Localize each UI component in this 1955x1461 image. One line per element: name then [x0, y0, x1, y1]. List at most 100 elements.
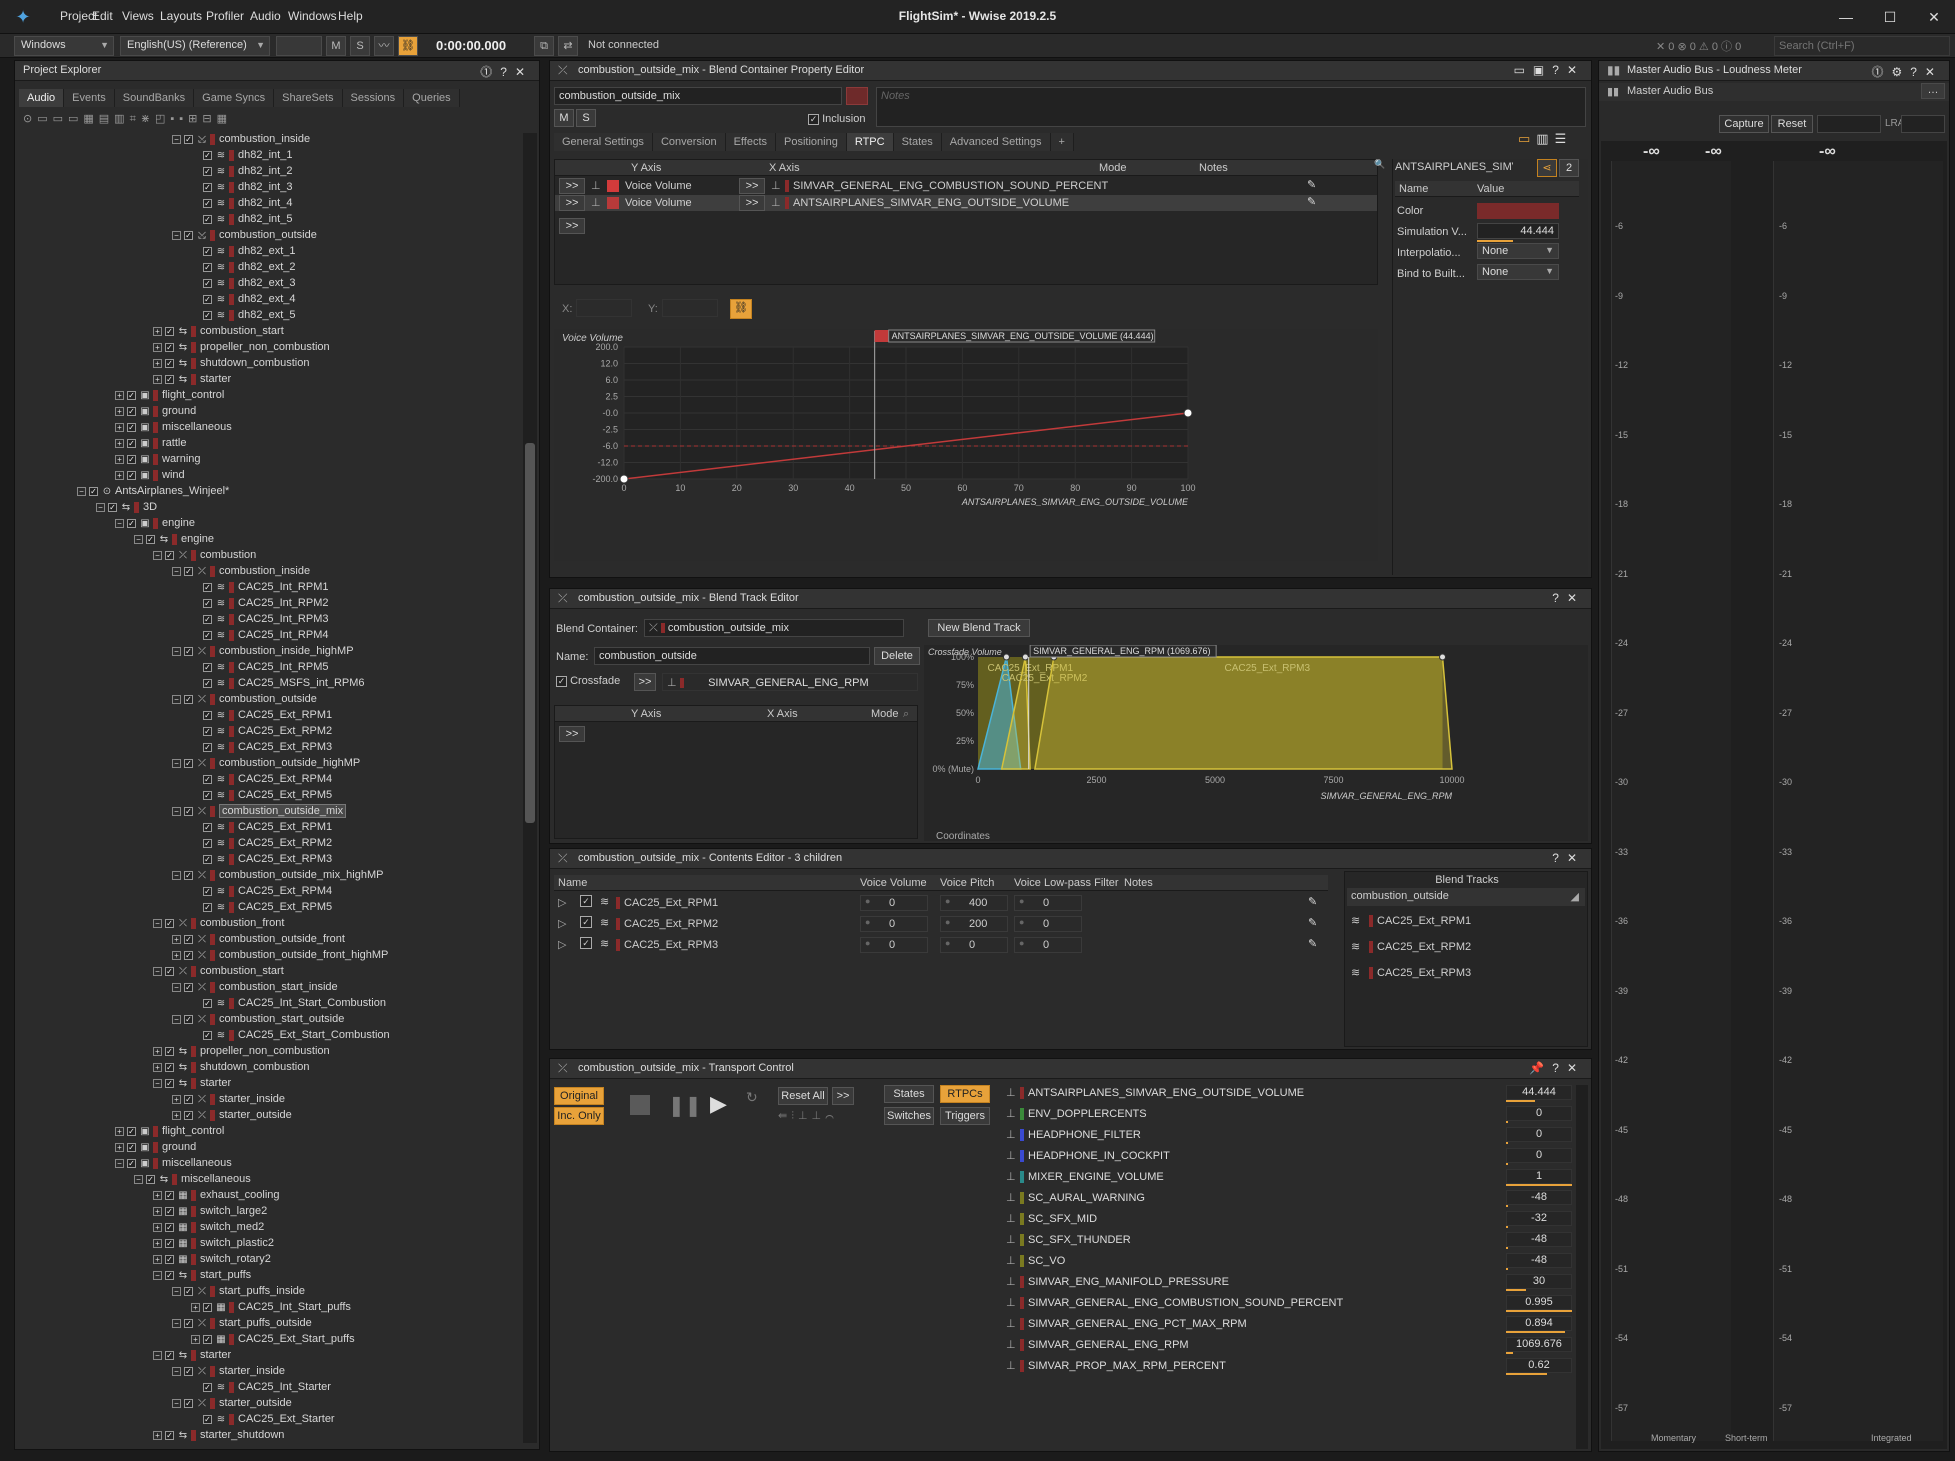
rtpc-expand-button[interactable]: >>: [559, 195, 585, 211]
checkbox-icon[interactable]: ✓: [165, 1046, 174, 1056]
collapse-icon[interactable]: −: [115, 518, 124, 528]
rtpc-table-scrollbar[interactable]: 🔍: [1374, 159, 1385, 285]
voice-pitch-field[interactable]: ● 200: [940, 916, 1008, 932]
checkbox-icon[interactable]: ✓: [127, 422, 136, 432]
expand-icon[interactable]: +: [153, 326, 162, 336]
reset-button[interactable]: Reset: [1771, 115, 1813, 133]
slider-knob-icon[interactable]: ●: [945, 896, 950, 906]
slider-knob-icon[interactable]: ●: [865, 917, 870, 927]
checkbox-icon[interactable]: ✓: [203, 294, 212, 304]
explorer-toolbar[interactable]: ⊙▭▭▭▦▤▥⌗⋇◰▪▪⊞⊟▦: [23, 112, 533, 130]
checkbox-icon[interactable]: ✓: [127, 390, 136, 400]
curve-icon[interactable]: 〰: [374, 36, 394, 56]
tree-item[interactable]: − ✓ ⤫ combustion_outside: [172, 693, 317, 709]
rtpc-row[interactable]: >> ⊥ Voice Volume >> ⊥ ANTSAIRPLANES_SIMVAR_E…: [555, 195, 1377, 211]
pin-icon[interactable]: ⊥: [591, 196, 601, 209]
expand-icon[interactable]: +: [153, 1190, 162, 1200]
tree-item[interactable]: ✓ ≋ CAC25_Int_RPM4: [191, 629, 329, 645]
tree-item[interactable]: ✓ ≋ CAC25_Ext_RPM1: [191, 709, 332, 725]
checkbox-icon[interactable]: ✓: [184, 1286, 193, 1296]
loop-icon[interactable]: ↻: [746, 1089, 758, 1106]
checkbox-icon[interactable]: ✓: [146, 534, 155, 544]
checkbox-icon[interactable]: ✓: [580, 895, 592, 907]
rtpc-value-field[interactable]: 0: [1506, 1127, 1572, 1142]
collapse-icon[interactable]: −: [134, 534, 143, 544]
checkbox-icon[interactable]: ✓: [203, 662, 212, 672]
close-icon[interactable]: ✕: [1919, 6, 1949, 28]
checkbox-icon[interactable]: ✓: [165, 1222, 174, 1232]
collapse-icon[interactable]: −: [172, 1398, 181, 1408]
voice-vol-field[interactable]: ● 0: [860, 937, 928, 953]
panel-buttons[interactable]: ⓵⚙?✕: [1872, 63, 1944, 80]
edit-icon[interactable]: ✎: [1308, 895, 1317, 908]
checkbox-icon[interactable]: ✓: [146, 1174, 155, 1184]
curve-color-swatch[interactable]: [607, 180, 619, 192]
tree-item[interactable]: ✓ ≋ CAC25_Int_RPM5: [191, 661, 329, 677]
tree-item[interactable]: ✓ ≋ dh82_ext_2: [191, 261, 296, 277]
tree-item[interactable]: ✓ ≋ CAC25_MSFS_int_RPM6: [191, 677, 365, 693]
checkbox-icon[interactable]: ✓: [184, 1366, 193, 1376]
reset-all-button[interactable]: Reset All: [778, 1087, 828, 1105]
tab-positioning[interactable]: Positioning: [776, 133, 847, 151]
tree-item[interactable]: − ✓ ⤫ combustion: [153, 549, 256, 565]
tree-item[interactable]: − ✓ ⤫ combustion_outside_mix: [172, 804, 347, 821]
checkbox-icon[interactable]: ✓: [580, 916, 592, 928]
rtpc-value-field[interactable]: -48: [1506, 1190, 1572, 1205]
share-icon[interactable]: ⋖: [1537, 159, 1557, 177]
tree-item[interactable]: ✓ ≋ CAC25_Ext_Start_Combustion: [191, 1029, 390, 1045]
collapse-icon[interactable]: −: [172, 646, 181, 656]
checkbox-icon[interactable]: ✓: [184, 1110, 193, 1120]
rtpc-value-field[interactable]: 1: [1506, 1169, 1572, 1184]
curve-point[interactable]: [619, 474, 629, 484]
crossfade-checkbox[interactable]: ✓ Crossfade: [556, 675, 620, 687]
lra-field[interactable]: [1817, 115, 1881, 133]
bind-builtin-select[interactable]: None ▼: [1477, 264, 1559, 280]
rtpc-value-field[interactable]: -48: [1506, 1253, 1572, 1268]
rtpc-param-button[interactable]: >>: [739, 178, 765, 194]
collapse-icon[interactable]: −: [172, 870, 181, 880]
crossfade-param-field[interactable]: ⊥ SIMVAR_GENERAL_ENG_RPM: [662, 673, 918, 691]
expand-icon[interactable]: +: [191, 1334, 200, 1344]
tree-item[interactable]: + ✓ ▦ switch_large2: [153, 1205, 267, 1221]
checkbox-icon[interactable]: ✓: [127, 454, 136, 464]
checkbox-icon[interactable]: ✓: [203, 182, 212, 192]
checkbox-icon[interactable]: ✓: [165, 1254, 174, 1264]
link-icon[interactable]: ⛓: [398, 36, 418, 56]
checkbox-icon[interactable]: ✓: [165, 1078, 174, 1088]
expand-icon[interactable]: ▷: [558, 896, 566, 909]
content-row[interactable]: ▷ ✓ ≋ CAC25_Ext_RPM1 ● 0 ● 400 ● 0 ✎: [554, 893, 1328, 913]
tab-effects[interactable]: Effects: [725, 133, 777, 151]
rtpc-value-field[interactable]: 1069.676: [1506, 1337, 1572, 1352]
inc-only-button[interactable]: Inc. Only: [554, 1107, 604, 1125]
content-row[interactable]: ▷ ✓ ≋ CAC25_Ext_RPM2 ● 0 ● 200 ● 0 ✎: [554, 914, 1328, 934]
checkbox-icon[interactable]: ✓: [203, 582, 212, 592]
tree-item[interactable]: − ✓ ⤫ starter_outside: [172, 1397, 292, 1413]
panel-buttons[interactable]: ▭▣?✕: [1514, 63, 1585, 77]
tree-item[interactable]: + ✓ ▣ miscellaneous: [115, 421, 232, 437]
checkbox-icon[interactable]: ✓: [165, 966, 174, 976]
triggers-button[interactable]: Triggers: [940, 1107, 990, 1125]
tree-item[interactable]: − ✓ ⇆ miscellaneous: [134, 1173, 251, 1189]
bus-selector[interactable]: ▮▮ Master Audio Bus…: [1599, 83, 1949, 101]
collapse-icon[interactable]: −: [172, 566, 181, 576]
expand-icon[interactable]: ▷: [558, 917, 566, 930]
collapse-icon[interactable]: −: [77, 486, 86, 496]
menu-views[interactable]: Views: [122, 9, 154, 23]
tree-item[interactable]: ✓ ≋ CAC25_Ext_RPM3: [191, 853, 332, 869]
tree-item[interactable]: − ✓ ⇆ starter: [153, 1077, 231, 1093]
tab-queries[interactable]: Queries: [404, 89, 460, 107]
expand-icon[interactable]: +: [153, 1430, 162, 1440]
menu-help[interactable]: Help: [338, 9, 363, 23]
more-icon[interactable]: …: [1921, 83, 1945, 99]
checkbox-icon[interactable]: ✓: [203, 1414, 212, 1424]
track-name-field[interactable]: combustion_outside: [594, 647, 870, 665]
rtpc-list-item[interactable]: ⊥ SIMVAR_PROP_MAX_RPM_PERCENT 0.62: [1004, 1358, 1572, 1375]
edit-icon[interactable]: ✎: [1308, 916, 1317, 929]
expand-icon[interactable]: +: [115, 1126, 124, 1136]
tab-soundbanks[interactable]: SoundBanks: [114, 89, 195, 107]
inclusion-checkbox[interactable]: ✓ Inclusion: [808, 113, 865, 125]
checkbox-icon[interactable]: ✓: [203, 150, 212, 160]
collapse-icon[interactable]: −: [172, 134, 181, 144]
tree-item[interactable]: ✓ ≋ CAC25_Int_RPM1: [191, 581, 329, 597]
checkbox-icon[interactable]: ✓: [184, 870, 193, 880]
